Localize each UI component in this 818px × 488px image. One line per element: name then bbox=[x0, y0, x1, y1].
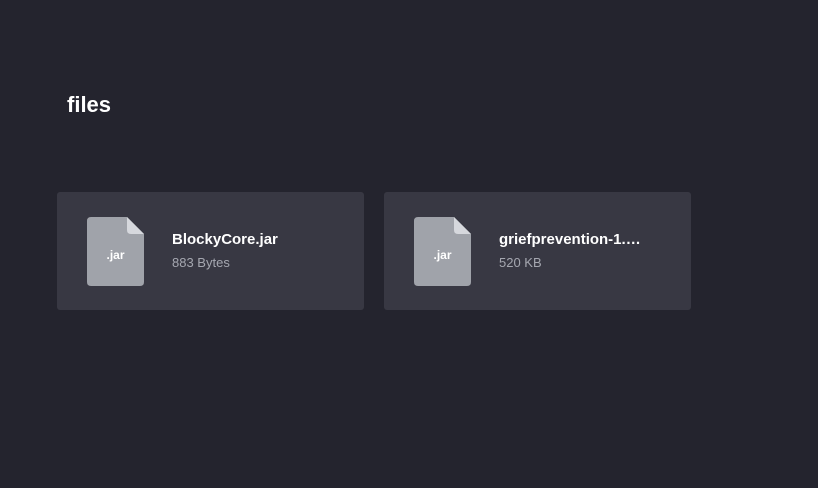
jar-file-icon: .jar bbox=[414, 216, 471, 286]
file-extension-label: .jar bbox=[106, 247, 125, 262]
file-browser-page: files .jar BlockyCore.jar 883 Bytes .jar… bbox=[0, 0, 818, 488]
page-title: files bbox=[67, 92, 112, 117]
file-size: 883 Bytes bbox=[172, 255, 230, 270]
jar-file-icon: .jar bbox=[87, 216, 144, 286]
file-card-griefprevention[interactable]: .jar griefprevention-1.16.5-16.17.1.jar … bbox=[384, 192, 691, 310]
file-grid: .jar BlockyCore.jar 883 Bytes .jar grief… bbox=[57, 192, 691, 310]
file-name: BlockyCore.jar bbox=[172, 231, 278, 248]
file-info: BlockyCore.jar 883 Bytes bbox=[172, 231, 362, 271]
file-size: 520 KB bbox=[499, 255, 542, 270]
file-card-blockycore[interactable]: .jar BlockyCore.jar 883 Bytes bbox=[57, 192, 364, 310]
file-info: griefprevention-1.16.5-16.17.1.jar 520 K… bbox=[499, 231, 689, 271]
file-name: griefprevention-1.16.5-16.17.1.jar bbox=[499, 231, 649, 248]
file-extension-label: .jar bbox=[433, 247, 452, 262]
